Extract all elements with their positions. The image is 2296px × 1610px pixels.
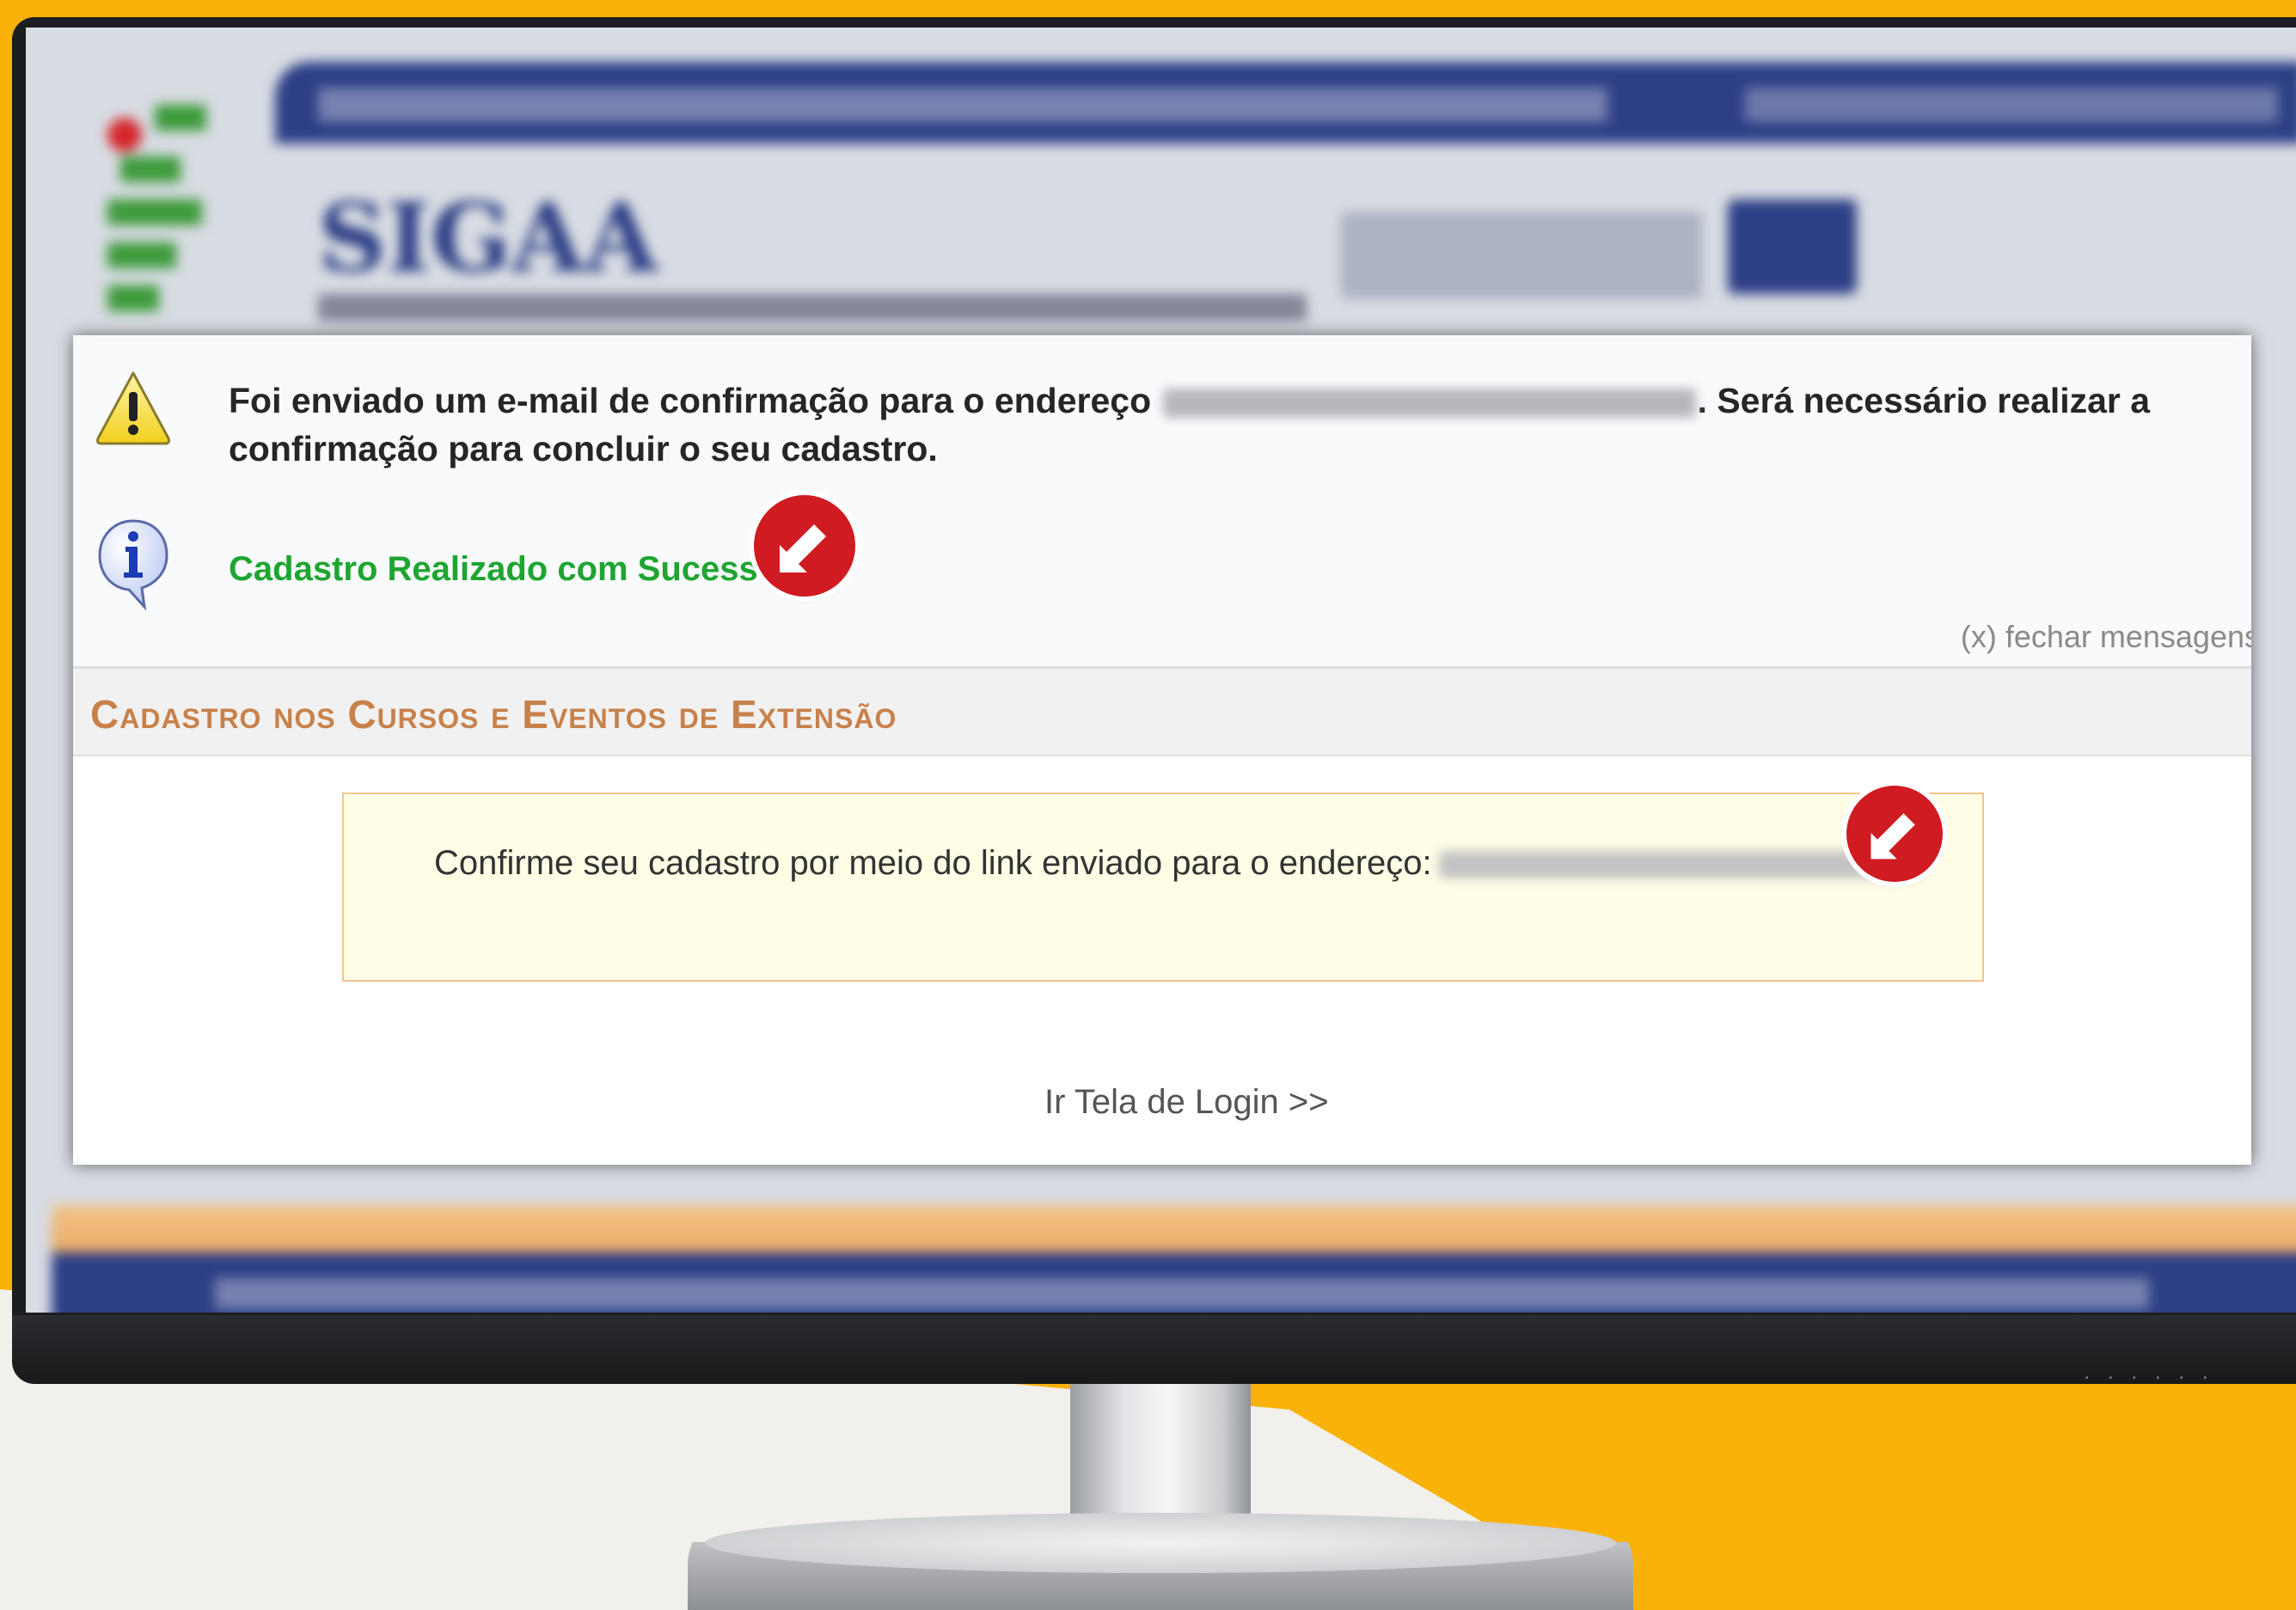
blurred-logo-block (107, 242, 176, 268)
arrow-pointer-badge (754, 495, 855, 597)
monitor-chin: •••••• (12, 1315, 2296, 1384)
notice-label: Confirme seu cadastro por meio do link e… (434, 844, 1432, 882)
notice-text: Confirme seu cadastro por meio do link e… (434, 844, 1920, 883)
registration-panel: Foi enviado um e-mail de confirmação par… (73, 335, 2251, 1165)
close-messages-link[interactable]: (x) fechar mensagens (1961, 619, 2251, 655)
info-icon (98, 519, 168, 611)
redacted-email (1162, 389, 1696, 419)
monitor-neck (1070, 1375, 1251, 1530)
blurred-logo-dot (107, 118, 142, 152)
section-title: Cadastro nos Cursos e Eventos de Extensã… (90, 692, 897, 737)
warning-icon (96, 371, 170, 445)
arrow-down-left-icon (780, 524, 826, 572)
blurred-logo-block (155, 105, 206, 131)
arrow-pointer-badge (1846, 786, 1943, 882)
blurred-subtitle (318, 294, 1307, 321)
blurred-logo-block (120, 156, 181, 182)
login-screen-link[interactable]: Ir Tela de Login >> (1044, 1083, 1329, 1122)
blurred-header-button (1728, 199, 1857, 294)
blurred-footer-text (215, 1278, 2149, 1309)
warning-text-prefix: Foi enviado um e-mail de confirmação par… (229, 381, 1152, 420)
blurred-logo-block (107, 199, 202, 225)
blurred-logo-block (107, 285, 159, 311)
arrow-down-left-icon (1870, 813, 1915, 860)
blurred-header-text-right (1745, 88, 2278, 122)
confirmation-notice: Confirme seu cadastro por meio do link e… (342, 793, 1984, 982)
monitor-base-top (705, 1513, 1616, 1573)
scene: •••••• SIGAA Foi enviado um e-mail de co… (0, 0, 2296, 1610)
confirmation-warning: Foi enviado um e-mail de confirmação par… (229, 376, 2240, 473)
blurred-user-info (1341, 212, 1702, 298)
blurred-header-text (318, 88, 1607, 122)
monitor-buttons: •••••• (2085, 1374, 2227, 1383)
blurred-brand: SIGAA (318, 182, 658, 293)
section-header: Cadastro nos Cursos e Eventos de Extensã… (73, 669, 2251, 756)
success-message: Cadastro Realizado com Sucesso! (229, 550, 791, 588)
messages-area: Foi enviado um e-mail de confirmação par… (73, 335, 2251, 669)
